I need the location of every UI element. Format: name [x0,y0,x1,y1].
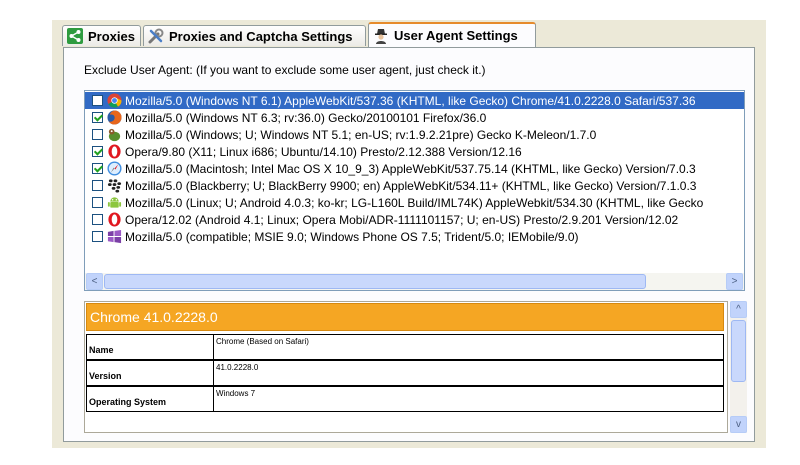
list-item[interactable]: Opera/12.02 (Android 4.1; Linux; Opera M… [85,211,744,228]
user-agent-text: Mozilla/5.0 (Windows; U; Windows NT 5.1;… [125,127,597,142]
user-agent-text: Opera/9.80 (X11; Linux i686; Ubuntu/14.1… [125,144,522,159]
user-agent-text: Mozilla/5.0 (Windows NT 6.1) AppleWebKit… [125,93,696,108]
detail-row-version: Version 41.0.2228.0 [86,360,724,386]
exclude-checkbox[interactable] [92,231,103,242]
chevron-left-icon: < [91,276,98,287]
kmeleon-icon [107,127,122,142]
safari-icon [107,161,122,176]
exclude-checkbox[interactable] [92,197,103,208]
tab-proxies-captcha-settings[interactable]: Proxies and Captcha Settings [143,25,366,46]
detail-label: Operating System [86,386,214,412]
exclude-checkbox[interactable] [92,129,103,140]
list-item[interactable]: Mozilla/5.0 (Windows NT 6.1) AppleWebKit… [85,92,744,109]
user-agent-text: Mozilla/5.0 (Macintosh; Intel Mac OS X 1… [125,161,696,176]
list-item[interactable]: Mozilla/5.0 (Blackberry; U; BlackBerry 9… [85,177,744,194]
agent-details-panel: Chrome 41.0.2228.0 Name Chrome (Based on… [84,301,728,433]
windows-icon [107,229,122,244]
user-agent-panel: Exclude User Agent: (If you want to excl… [63,47,755,442]
chevron-up-icon: ^ [736,304,741,315]
tools-icon [148,28,164,44]
scroll-down-button[interactable]: v [730,416,747,433]
tab-proxies[interactable]: Proxies [62,25,141,46]
exclude-checkbox[interactable] [92,112,103,123]
exclude-checkbox[interactable] [92,214,103,225]
exclude-checkbox[interactable] [92,163,103,174]
list-item[interactable]: Mozilla/5.0 (Linux; U; Android 4.0.3; ko… [85,194,744,211]
user-agent-text: Mozilla/5.0 (Linux; U; Android 4.0.3; ko… [125,195,704,210]
scroll-thumb[interactable] [104,274,646,289]
user-agent-text: Mozilla/5.0 (Blackberry; U; BlackBerry 9… [125,178,697,193]
list-item[interactable]: Opera/9.80 (X11; Linux i686; Ubuntu/14.1… [85,143,744,160]
tab-label: User Agent Settings [394,28,518,43]
blackberry-icon [107,178,122,193]
agent-icon [373,28,389,44]
tab-label: Proxies and Captcha Settings [169,28,353,44]
detail-value: Windows 7 [214,386,724,412]
details-vertical-scrollbar[interactable]: ^ v [730,301,747,433]
scroll-left-button[interactable]: < [86,273,103,290]
user-agent-text: Mozilla/5.0 (Windows NT 6.3; rv:36.0) Ge… [125,110,487,125]
firefox-icon [107,110,122,125]
scroll-up-button[interactable]: ^ [730,301,747,318]
chevron-down-icon: v [736,419,741,430]
list-item[interactable]: Mozilla/5.0 (Windows; U; Windows NT 5.1;… [85,126,744,143]
settings-window: Proxies Proxies and Captcha Settings Use… [52,20,766,448]
user-agent-list[interactable]: Mozilla/5.0 (Windows NT 6.1) AppleWebKit… [84,90,745,291]
exclude-checkbox[interactable] [92,180,103,191]
detail-label: Name [86,334,214,360]
exclude-caption: Exclude User Agent: (If you want to excl… [84,63,486,77]
chevron-right-icon: > [731,276,738,287]
scroll-right-button[interactable]: > [726,273,743,290]
chrome-icon [107,93,122,108]
detail-value: 41.0.2228.0 [214,360,724,386]
detail-label: Version [86,360,214,386]
horizontal-scrollbar[interactable]: < > [85,273,744,290]
user-agent-text: Opera/12.02 (Android 4.1; Linux; Opera M… [125,212,679,227]
detail-row-operating-system: Operating System Windows 7 [86,386,724,412]
list-item[interactable]: Mozilla/5.0 (Windows NT 6.3; rv:36.0) Ge… [85,109,744,126]
detail-value: Chrome (Based on Safari) [214,334,724,360]
detail-row-name: Name Chrome (Based on Safari) [86,334,724,360]
tab-label: Proxies [88,28,135,44]
tab-user-agent-settings[interactable]: User Agent Settings [368,22,536,47]
details-title: Chrome 41.0.2228.0 [86,303,724,331]
android-icon [107,195,122,210]
opera-icon [107,144,122,159]
scroll-thumb[interactable] [731,320,746,382]
list-item[interactable]: Mozilla/5.0 (compatible; MSIE 9.0; Windo… [85,228,744,245]
share-icon [67,28,83,44]
exclude-checkbox[interactable] [92,95,103,106]
user-agent-text: Mozilla/5.0 (compatible; MSIE 9.0; Windo… [125,229,579,244]
opera-icon [107,212,122,227]
list-item[interactable]: Mozilla/5.0 (Macintosh; Intel Mac OS X 1… [85,160,744,177]
exclude-checkbox[interactable] [92,146,103,157]
